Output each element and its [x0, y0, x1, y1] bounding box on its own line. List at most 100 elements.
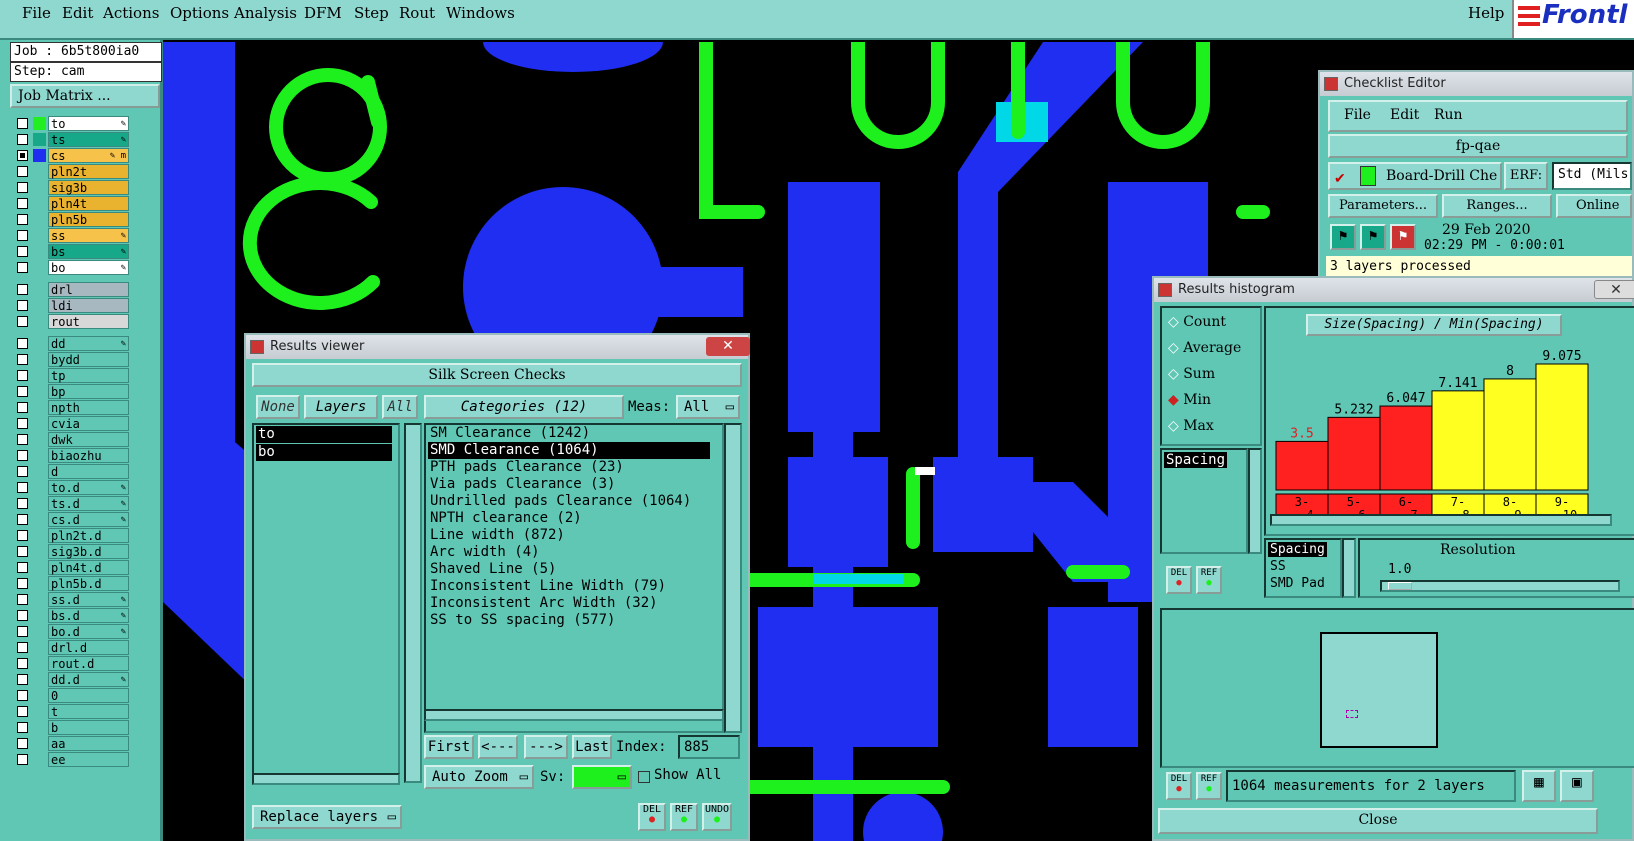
layer-name[interactable]: ee: [48, 752, 129, 767]
layer-row[interactable]: pln4t.d: [14, 560, 132, 576]
layer-row[interactable]: biaozhu: [14, 448, 132, 464]
layer-row[interactable]: bo.d ✎: [14, 624, 132, 640]
layer-row[interactable]: sig3b.d: [14, 544, 132, 560]
layer-name[interactable]: rout.d: [48, 656, 129, 671]
layer-name[interactable]: pln4t: [48, 196, 129, 211]
layer-name[interactable]: sig3b.d: [48, 544, 129, 559]
run-icon[interactable]: ⚑: [1330, 224, 1356, 250]
layer-color-swatch[interactable]: [33, 497, 46, 510]
layer-color-swatch[interactable]: [33, 433, 46, 446]
layer-row[interactable]: rout.d: [14, 656, 132, 672]
layer-row[interactable]: tp: [14, 368, 132, 384]
category-list-item[interactable]: SS to SS spacing (577): [428, 612, 710, 629]
layer-checkbox[interactable]: [17, 706, 28, 717]
layers-scrollbar[interactable]: [404, 423, 422, 783]
layer-name[interactable]: bo.d ✎: [48, 624, 129, 639]
show-all-checkbox[interactable]: [638, 771, 650, 783]
layer-name[interactable]: bo ✎: [48, 260, 129, 275]
layer-name[interactable]: dwk: [48, 432, 129, 447]
layer-checkbox[interactable]: [17, 386, 28, 397]
checklist-menu-file[interactable]: File: [1344, 107, 1371, 123]
layer-color-swatch[interactable]: [33, 529, 46, 542]
layer-name[interactable]: pln2t.d: [48, 528, 129, 543]
sublist-item[interactable]: SMD Pad: [1268, 576, 1327, 591]
layer-name[interactable]: rout: [48, 314, 129, 329]
layer-checkbox[interactable]: [17, 450, 28, 461]
resolution-slider[interactable]: [1380, 580, 1620, 592]
layer-name[interactable]: ts ✎: [48, 132, 129, 147]
sublist-item[interactable]: SS: [1268, 559, 1288, 574]
menu-step[interactable]: Step: [354, 4, 389, 22]
layer-checkbox[interactable]: [17, 434, 28, 445]
auto-zoom-select[interactable]: Auto Zoom ▭: [424, 765, 534, 789]
layer-name[interactable]: dd ✎: [48, 336, 129, 351]
layer-color-swatch[interactable]: [33, 197, 46, 210]
layer-name[interactable]: npth: [48, 400, 129, 415]
export-icon[interactable]: ▦: [1522, 770, 1556, 802]
layer-row[interactable]: npth: [14, 400, 132, 416]
layer-color-swatch[interactable]: [33, 513, 46, 526]
layer-name[interactable]: biaozhu: [48, 448, 129, 463]
histogram-bar[interactable]: [1431, 390, 1485, 491]
layer-checkbox[interactable]: [17, 690, 28, 701]
checklist-menu-run[interactable]: Run: [1434, 107, 1463, 123]
layer-row[interactable]: bp: [14, 384, 132, 400]
layer-checkbox[interactable]: [17, 402, 28, 413]
layer-color-swatch[interactable]: [33, 417, 46, 430]
layer-color-swatch[interactable]: [33, 165, 46, 178]
mode-radio-min[interactable]: ◆ Min: [1168, 392, 1211, 408]
measure-item[interactable]: Spacing: [1164, 452, 1228, 468]
category-list-item[interactable]: Arc width (4): [428, 544, 710, 561]
category-list-item[interactable]: Line width (872): [428, 527, 710, 544]
layer-row[interactable]: ts.d ✎: [14, 496, 132, 512]
layer-color-swatch[interactable]: [33, 229, 46, 242]
menu-actions[interactable]: Actions: [103, 4, 159, 22]
categories-hscrollbar[interactable]: [424, 709, 724, 721]
layer-row[interactable]: cvia: [14, 416, 132, 432]
mode-radio-average[interactable]: ◇ Average: [1168, 340, 1241, 356]
prev-button[interactable]: <---: [478, 735, 518, 759]
layer-checkbox[interactable]: [17, 722, 28, 733]
meas-select[interactable]: All ▭: [676, 395, 740, 419]
layer-row[interactable]: drl: [14, 282, 132, 298]
layer-checkbox[interactable]: [17, 300, 28, 311]
layer-color-swatch[interactable]: [33, 315, 46, 328]
layer-name[interactable]: bp: [48, 384, 129, 399]
layer-row[interactable]: cs.d ✎: [14, 512, 132, 528]
layer-row[interactable]: dwk: [14, 432, 132, 448]
layer-row[interactable]: ts ✎: [14, 132, 132, 148]
layer-checkbox[interactable]: [17, 214, 28, 225]
layer-name[interactable]: pln5b.d: [48, 576, 129, 591]
close-icon[interactable]: ✕: [706, 337, 750, 356]
histogram-bar[interactable]: [1535, 363, 1589, 491]
layer-row[interactable]: ss.d ✎: [14, 592, 132, 608]
menu-dfm[interactable]: DFM: [304, 4, 342, 22]
hist-del-button-2[interactable]: DEL ●: [1166, 772, 1192, 800]
layer-row[interactable]: pln4t: [14, 196, 132, 212]
hist-ref-button-2[interactable]: REF ●: [1196, 772, 1222, 800]
layer-checkbox[interactable]: [17, 466, 28, 477]
layer-color-swatch[interactable]: [33, 283, 46, 296]
slider-handle[interactable]: [1388, 582, 1412, 590]
layer-row[interactable]: bo ✎: [14, 260, 132, 276]
layer-color-swatch[interactable]: [33, 261, 46, 274]
layer-color-swatch[interactable]: [33, 449, 46, 462]
layer-checkbox[interactable]: [17, 262, 28, 273]
layer-name[interactable]: cvia: [48, 416, 129, 431]
layer-name[interactable]: drl.d: [48, 640, 129, 655]
layers-hscrollbar[interactable]: [252, 773, 400, 785]
layer-name[interactable]: sig3b: [48, 180, 129, 195]
checklist-menu-edit[interactable]: Edit: [1390, 107, 1419, 123]
layer-name[interactable]: ldi: [48, 298, 129, 313]
layer-row[interactable]: cs ✎ m: [14, 148, 132, 164]
layer-color-swatch[interactable]: [33, 561, 46, 574]
layer-name[interactable]: to ✎: [48, 116, 129, 131]
layer-row[interactable]: aa: [14, 736, 132, 752]
layer-color-swatch[interactable]: [33, 299, 46, 312]
layer-checkbox[interactable]: [17, 198, 28, 209]
menu-analysis[interactable]: Analysis: [234, 4, 297, 22]
layer-row[interactable]: rout: [14, 314, 132, 330]
layer-color-swatch[interactable]: [33, 721, 46, 734]
close-button[interactable]: Close: [1158, 808, 1598, 834]
layer-checkbox[interactable]: [17, 166, 28, 177]
